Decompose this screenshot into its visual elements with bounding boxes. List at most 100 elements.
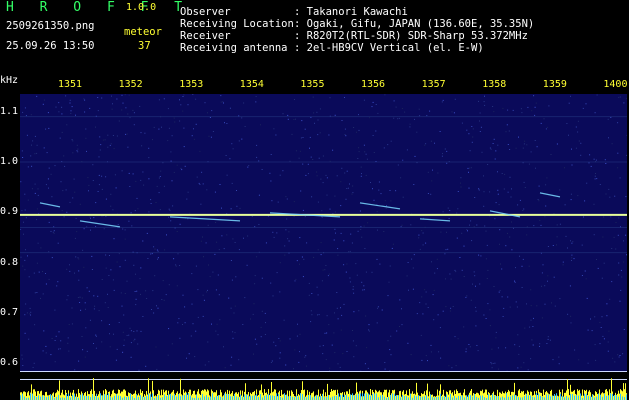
noise-pixel (326, 315, 328, 317)
noise-pixel (466, 295, 468, 297)
strip-bar (119, 389, 120, 400)
strip-bar (533, 395, 534, 400)
noise-pixel (507, 296, 509, 298)
noise-pixel (341, 167, 343, 169)
noise-pixel (166, 234, 167, 236)
noise-pixel (377, 229, 378, 231)
y-tick-label: 1.0 (0, 155, 19, 167)
noise-pixel (618, 274, 620, 276)
noise-pixel (564, 167, 565, 169)
noise-pixel (74, 272, 75, 274)
strip-bar (339, 396, 340, 400)
noise-pixel (187, 191, 189, 193)
noise-pixel (167, 108, 169, 110)
strip-bar (65, 390, 66, 400)
noise-pixel (67, 337, 69, 339)
strip-bar (519, 389, 520, 400)
noise-pixel (509, 236, 511, 238)
noise-pixel (31, 144, 32, 146)
noise-pixel (337, 254, 339, 256)
strip-bar (619, 393, 620, 400)
noise-pixel (360, 166, 362, 168)
noise-pixel (284, 254, 286, 256)
noise-pixel (387, 295, 389, 297)
noise-pixel (136, 330, 138, 332)
strip-noise-bar (48, 396, 49, 400)
noise-pixel (495, 331, 497, 333)
strip-noise-bar (380, 395, 381, 400)
noise-pixel (457, 208, 459, 210)
noise-pixel (451, 111, 453, 113)
noise-pixel (582, 107, 584, 109)
noise-pixel (349, 281, 351, 283)
strip-bar (209, 395, 210, 400)
noise-pixel (308, 294, 310, 296)
noise-pixel (449, 310, 451, 312)
noise-pixel (537, 199, 539, 200)
noise-pixel (161, 126, 162, 128)
noise-pixel (349, 183, 350, 185)
noise-pixel (20, 228, 22, 230)
noise-pixel (614, 195, 616, 197)
noise-pixel (126, 133, 128, 135)
noise-pixel (247, 166, 249, 168)
noise-pixel (459, 257, 461, 258)
noise-pixel (145, 365, 147, 367)
noise-pixel (321, 210, 323, 212)
strip-bar (331, 389, 332, 400)
noise-pixel (297, 323, 298, 325)
noise-pixel (160, 170, 162, 172)
noise-pixel (358, 114, 359, 116)
noise-pixel (191, 273, 193, 275)
strip-noise-bar (30, 393, 31, 400)
noise-pixel (534, 114, 536, 116)
strip-bar (101, 395, 102, 400)
strip-bar (467, 396, 468, 400)
strip-bar (375, 389, 376, 400)
noise-pixel (506, 124, 508, 126)
noise-pixel (173, 117, 175, 119)
noise-pixel (577, 131, 579, 133)
noise-pixel (412, 288, 414, 290)
noise-pixel (264, 312, 266, 314)
noise-pixel (571, 257, 573, 259)
noise-pixel (447, 207, 449, 209)
strip-bar (203, 390, 204, 400)
noise-pixel (389, 265, 391, 267)
noise-pixel (59, 348, 61, 350)
noise-pixel (113, 333, 114, 335)
noise-pixel (168, 328, 170, 330)
date-time: 25.09.26 13:50 (6, 40, 95, 52)
noise-pixel (219, 184, 221, 185)
strip-noise-bar (574, 395, 575, 400)
noise-pixel (438, 351, 440, 353)
noise-pixel (278, 338, 280, 339)
noise-pixel (397, 118, 399, 120)
noise-pixel (483, 101, 485, 103)
strip-noise-bar (396, 395, 397, 400)
noise-pixel (286, 198, 288, 200)
noise-pixel (329, 97, 331, 99)
noise-pixel (95, 126, 96, 128)
observer-label: Observer (180, 6, 231, 18)
noise-pixel (425, 291, 427, 293)
noise-pixel (183, 127, 185, 129)
noise-pixel (51, 257, 53, 259)
noise-pixel (363, 289, 365, 291)
noise-pixel (215, 222, 217, 223)
noise-pixel (133, 340, 135, 342)
noise-pixel (365, 153, 367, 155)
noise-pixel (42, 271, 43, 272)
noise-pixel (105, 176, 107, 178)
noise-pixel (180, 104, 182, 106)
noise-pixel (626, 254, 627, 256)
noise-pixel (347, 187, 349, 189)
strip-noise-bar (368, 393, 369, 400)
noise-pixel (479, 131, 481, 132)
noise-pixel (60, 181, 62, 183)
noise-pixel (133, 264, 135, 266)
noise-pixel (618, 356, 620, 358)
strip-bar (253, 391, 254, 400)
noise-pixel (321, 280, 323, 282)
strip-bar (277, 396, 278, 400)
